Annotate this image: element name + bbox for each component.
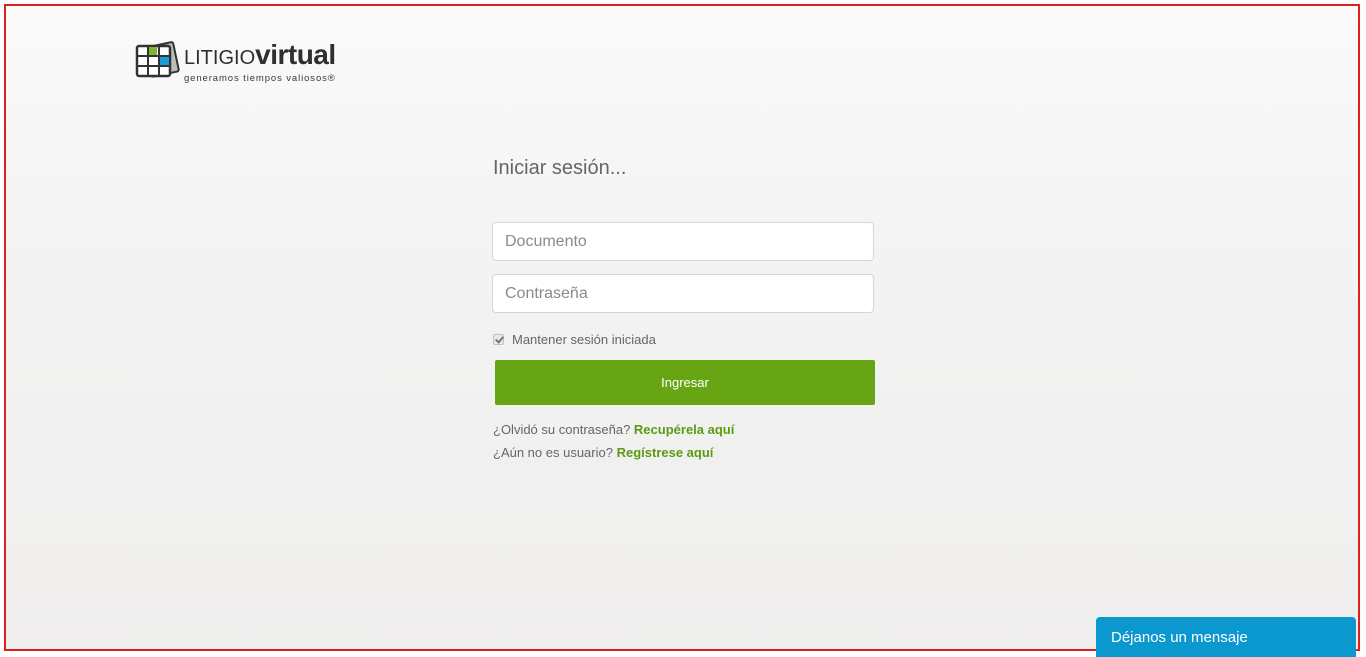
register-row: ¿Aún no es usuario? Regístrese aquí [493, 441, 734, 464]
login-button[interactable]: Ingresar [495, 360, 875, 405]
forgot-password-row: ¿Olvidó su contraseña? Recupérela aquí [493, 418, 734, 441]
login-title: Iniciar sesión... [493, 157, 627, 179]
remember-session[interactable]: Mantener sesión iniciada [493, 332, 656, 347]
login-form: Iniciar sesión... Mantener sesión inicia… [492, 154, 876, 460]
chat-widget-button[interactable]: Déjanos un mensaje [1096, 617, 1356, 657]
remember-checkbox[interactable] [493, 334, 504, 345]
forgot-password-prompt: ¿Olvidó su contraseña? [493, 422, 631, 437]
account-links: ¿Olvidó su contraseña? Recupérela aquí ¿… [493, 418, 734, 464]
password-input[interactable] [492, 274, 874, 313]
register-link[interactable]: Regístrese aquí [617, 445, 714, 460]
page-frame: LITIGIOvirtual generamos tiempos valioso… [4, 4, 1360, 651]
logo-word-bold: virtual [255, 39, 336, 70]
logo-word-light: LITIGIO [184, 47, 256, 69]
recover-password-link[interactable]: Recupérela aquí [634, 422, 734, 437]
logo-text: LITIGIOvirtual generamos tiempos valioso… [184, 40, 336, 85]
register-prompt: ¿Aún no es usuario? [493, 445, 613, 460]
logo-tagline: generamos tiempos valiosos® [184, 73, 336, 84]
logo[interactable]: LITIGIOvirtual generamos tiempos valioso… [134, 38, 336, 84]
remember-label: Mantener sesión iniciada [512, 332, 656, 347]
logo-grid-icon [135, 41, 180, 78]
logo-wordmark: LITIGIOvirtual [184, 40, 336, 75]
document-input[interactable] [492, 222, 874, 261]
